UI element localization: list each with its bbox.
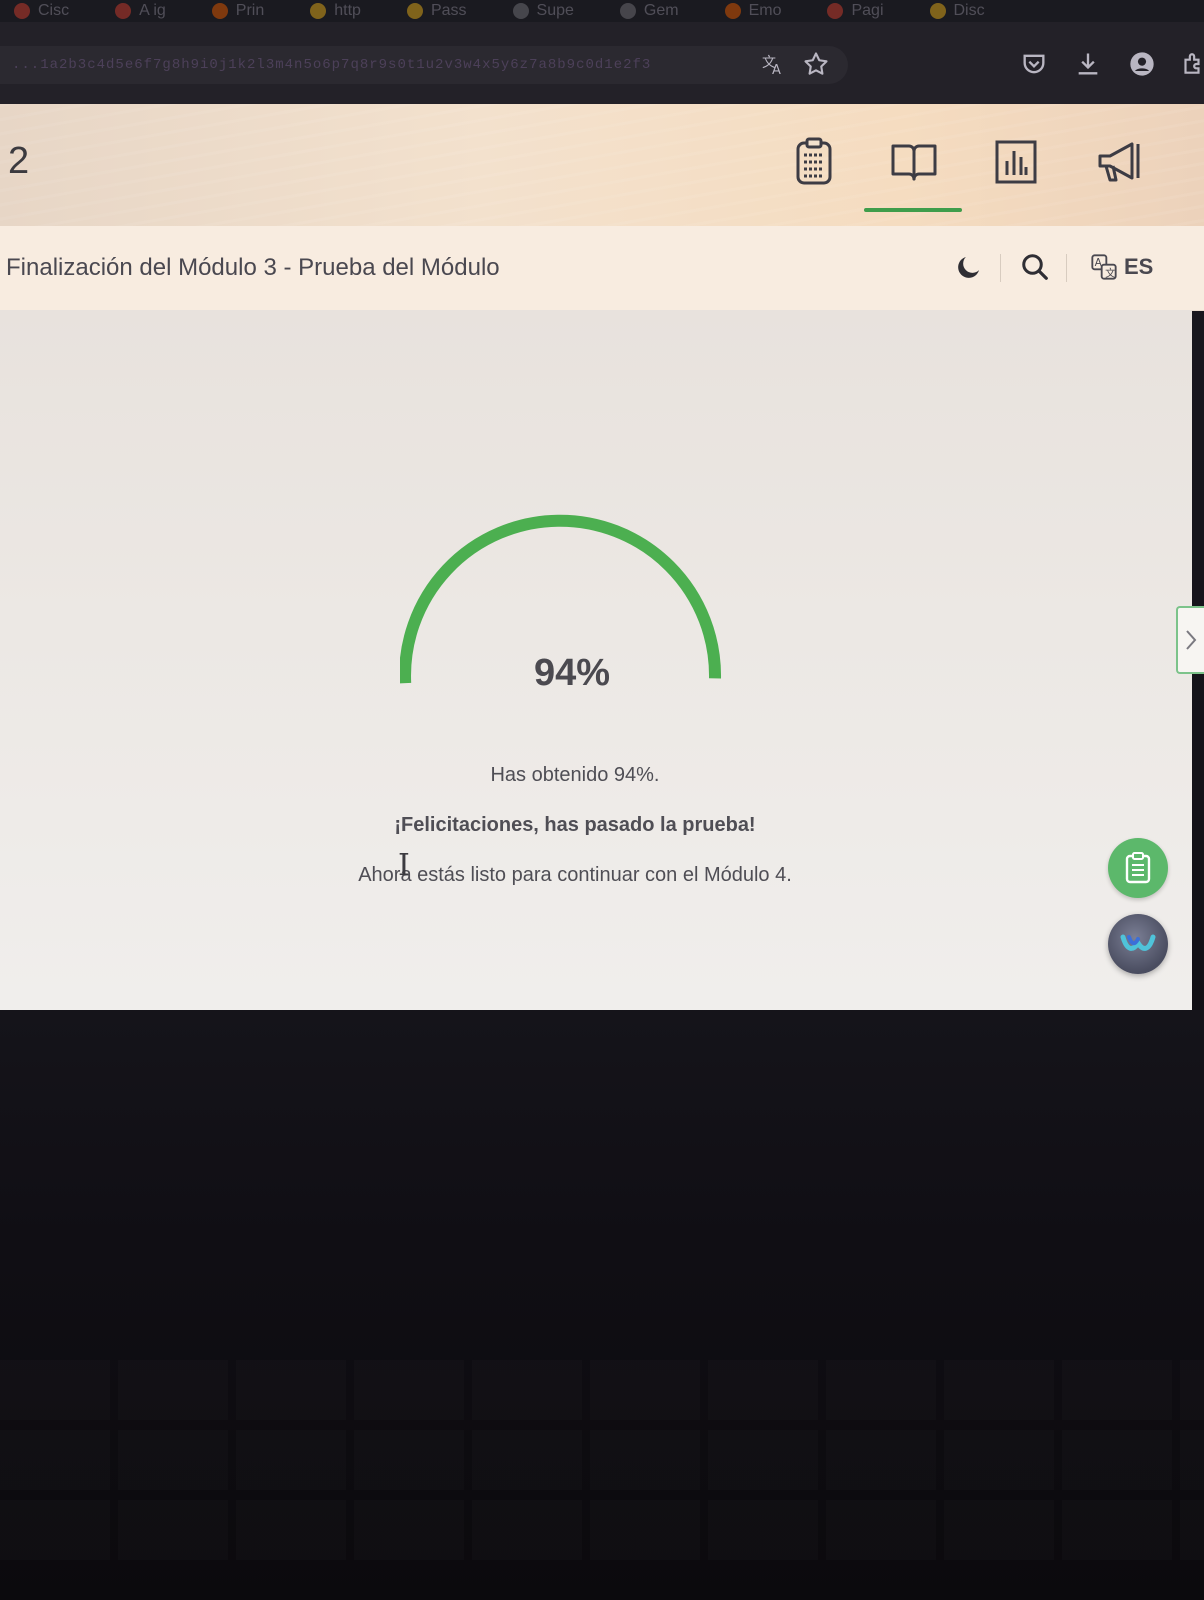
background-desk xyxy=(0,1010,1204,1600)
pocket-icon[interactable] xyxy=(1020,50,1048,78)
account-icon[interactable] xyxy=(1128,50,1156,78)
divider xyxy=(1000,254,1001,282)
quiz-result-panel: 94% Has obtenido 94%. ¡Felicitaciones, h… xyxy=(0,310,1204,1010)
bookmark-icon xyxy=(211,3,228,19)
bookmark-icon xyxy=(929,3,946,19)
bookmark-item[interactable]: Supe xyxy=(512,2,574,20)
bookmark-item[interactable]: Pagi xyxy=(827,2,884,20)
language-selector[interactable]: 文 A ES xyxy=(1090,250,1153,284)
text-cursor-icon: I xyxy=(398,848,410,883)
bookmark-icon xyxy=(115,3,132,19)
assistant-logo-icon xyxy=(1120,934,1156,951)
svg-text:文: 文 xyxy=(1105,266,1116,279)
score-percent: 94% xyxy=(533,652,611,694)
bookmark-item[interactable]: http xyxy=(310,2,361,20)
bookmark-label: Emo xyxy=(748,2,782,19)
notes-fab-button[interactable] xyxy=(1108,838,1168,898)
bookmark-item[interactable]: Disc xyxy=(929,2,985,20)
translate-icon[interactable]: 文A xyxy=(760,50,788,78)
bookmark-label: http xyxy=(334,2,361,19)
bookmark-icon xyxy=(14,3,30,19)
search-icon[interactable] xyxy=(1020,250,1050,284)
bookmark-item[interactable]: Cisc xyxy=(14,2,69,20)
clipboard-list-icon[interactable] xyxy=(784,134,844,190)
active-nav-indicator xyxy=(864,208,962,212)
congrats-message: ¡Felicitaciones, has pasado la prueba! xyxy=(394,814,756,836)
next-page-tab[interactable] xyxy=(1176,606,1204,674)
bookmark-icon xyxy=(827,3,844,19)
chevron-right-icon xyxy=(1186,630,1197,650)
bookmarks-bar: Cisc A ig Prin http Pass Supe Gem Emo Pa… xyxy=(0,0,1204,22)
dark-mode-moon-icon[interactable] xyxy=(954,250,984,284)
bookmark-icon xyxy=(619,3,636,19)
bookmark-star-icon[interactable] xyxy=(802,50,830,78)
bookmark-item[interactable]: Prin xyxy=(211,2,265,20)
megaphone-icon[interactable] xyxy=(1090,134,1150,190)
language-label: ES xyxy=(1124,254,1154,279)
keyboard-row xyxy=(0,1500,1204,1560)
screen: Cisc A ig Prin http Pass Supe Gem Emo Pa… xyxy=(0,0,1204,1600)
bookmark-label: Pagi xyxy=(851,2,884,19)
bookmark-icon xyxy=(724,3,741,19)
download-icon[interactable] xyxy=(1074,50,1102,78)
keyboard-row xyxy=(0,1360,1204,1420)
bookmark-icon xyxy=(406,3,423,19)
page-title: Finalización del Módulo 3 - Prueba del M… xyxy=(6,254,500,281)
bookmark-label: Gem xyxy=(643,2,679,19)
bookmark-label: Disc xyxy=(953,2,985,19)
language-icon: 文 A xyxy=(1091,254,1117,280)
bookmark-item[interactable]: Gem xyxy=(619,2,679,20)
bookmark-label: Cisc xyxy=(38,2,70,19)
bookmark-label: Prin xyxy=(235,2,265,19)
url-field[interactable]: ...1a2b3c4d5e6f7g8h9i0j1k2l3m4n5o6p7q8r9… xyxy=(0,46,848,84)
subheader: Finalización del Módulo 3 - Prueba del M… xyxy=(0,226,1204,311)
chat-assistant-button[interactable] xyxy=(1108,914,1168,974)
bookmark-icon xyxy=(310,3,327,19)
bookmark-item[interactable]: Emo xyxy=(724,2,782,20)
clipboard-icon xyxy=(1125,852,1151,884)
bookmark-icon xyxy=(512,3,529,19)
score-message: Has obtenido 94%. xyxy=(490,764,660,786)
book-open-icon[interactable] xyxy=(884,134,944,190)
svg-text:A: A xyxy=(772,63,781,78)
bookmark-item[interactable]: Pass xyxy=(406,2,467,20)
divider xyxy=(1066,254,1067,282)
bookmark-label: Pass xyxy=(430,2,467,19)
header-number: 2 xyxy=(8,140,30,182)
bookmark-label: Supe xyxy=(536,2,574,19)
svg-text:A: A xyxy=(1095,257,1103,269)
keyboard-row xyxy=(0,1430,1204,1490)
bookmark-item[interactable]: A ig xyxy=(115,2,166,20)
bookmark-label: A ig xyxy=(139,2,166,19)
site-header: 2 xyxy=(0,104,1204,226)
extensions-icon[interactable] xyxy=(1178,50,1204,78)
url-text: ...1a2b3c4d5e6f7g8h9i0j1k2l3m4n5o6p7q8r9… xyxy=(12,57,652,73)
next-module-message: Ahora estás listo para continuar con el … xyxy=(358,864,792,886)
bar-chart-icon[interactable] xyxy=(986,134,1046,190)
